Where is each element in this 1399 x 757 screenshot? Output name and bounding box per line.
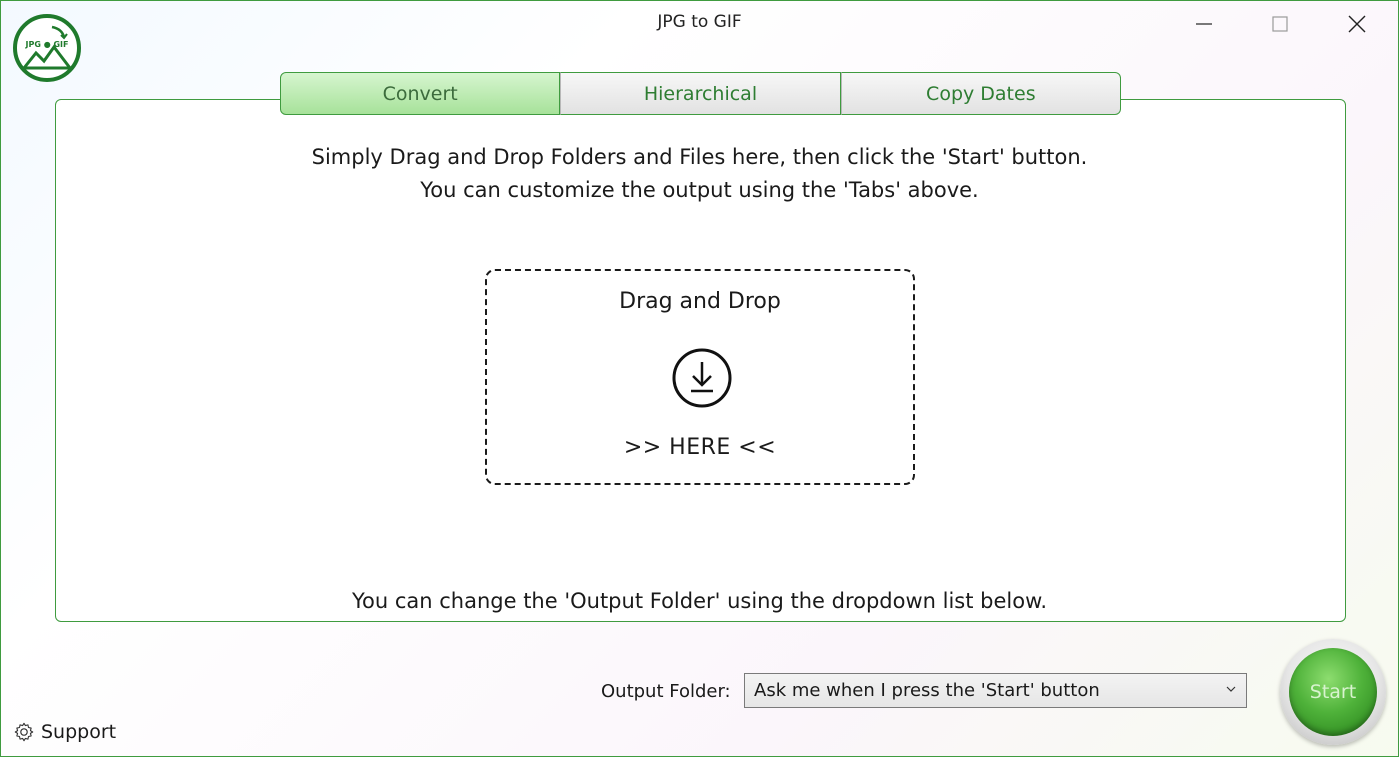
logo-text: JPG ● GIF (25, 40, 69, 49)
drop-zone-here: >> HERE << (623, 435, 777, 460)
start-button[interactable]: Start (1280, 639, 1386, 745)
tab-hierarchical[interactable]: Hierarchical (560, 72, 841, 115)
close-icon (1348, 15, 1366, 33)
output-folder-label: Output Folder: (601, 681, 731, 702)
minimize-icon (1196, 23, 1212, 25)
instruction-line-1: Simply Drag and Drop Folders and Files h… (311, 145, 1088, 169)
output-folder-select[interactable]: Ask me when I press the 'Start' button (744, 673, 1247, 708)
tab-bar: Convert Hierarchical Copy Dates (280, 72, 1121, 115)
tab-convert[interactable]: Convert (280, 72, 561, 115)
output-folder-selected: Ask me when I press the 'Start' button (754, 680, 1100, 701)
close-button[interactable] (1321, 1, 1393, 47)
tab-copy-dates[interactable]: Copy Dates (840, 72, 1121, 115)
maximize-button[interactable] (1244, 1, 1316, 47)
start-button-label: Start (1289, 648, 1377, 736)
drop-zone[interactable]: Drag and Drop >> HERE << (485, 269, 915, 485)
support-link[interactable]: Support (13, 721, 116, 743)
chevron-down-icon (1226, 686, 1236, 692)
minimize-button[interactable] (1168, 1, 1240, 47)
output-folder-note: You can change the 'Output Folder' using… (351, 589, 1048, 613)
maximize-icon (1272, 16, 1288, 32)
app-window: JPG ● GIF JPG to GIF Convert Hierarchica… (0, 0, 1399, 757)
instruction-line-2: You can customize the output using the '… (420, 178, 979, 202)
support-label: Support (41, 721, 117, 743)
download-circle-icon (672, 348, 732, 408)
drop-zone-title: Drag and Drop (619, 289, 781, 314)
gear-icon (14, 722, 34, 742)
